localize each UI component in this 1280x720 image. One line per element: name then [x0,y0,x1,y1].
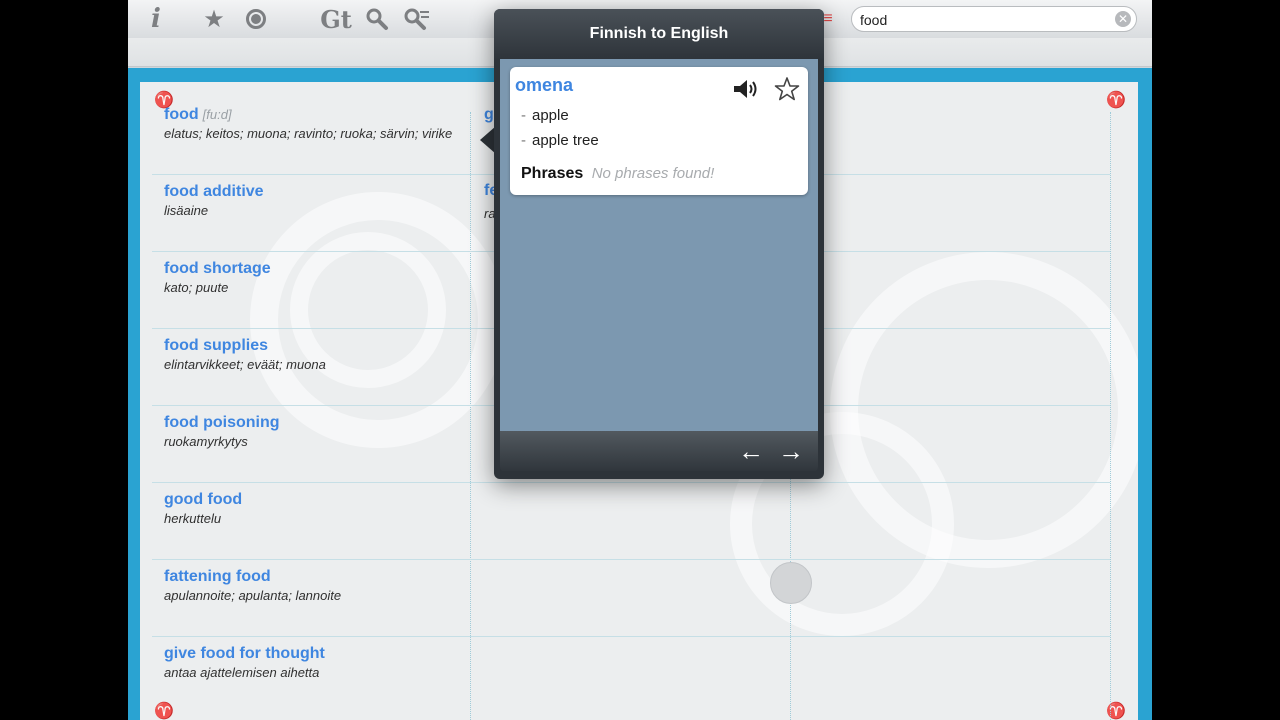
result-entry[interactable]: food poisoning ruokamyrkytys [164,413,464,451]
result-entry[interactable]: food [fu:d] elatus; keitos; muona; ravint… [164,105,464,143]
forward-arrow-icon[interactable]: → [776,437,806,465]
result-entry[interactable]: food additive lisäaine [164,182,464,220]
search-field[interactable]: ✕ [851,6,1137,32]
entry-term: food poisoning [164,414,280,431]
entry-translation: kato; puute [164,280,229,295]
favorite-star-icon[interactable] [774,76,800,102]
result-entry[interactable]: good food herkuttelu [164,490,464,528]
entry-translation: lisäaine [164,203,209,218]
record-icon[interactable] [242,4,270,34]
entry-term: give food for thought [164,645,325,662]
favorites-star-icon[interactable]: ★ [200,4,228,34]
scroll-thumb[interactable] [770,562,812,604]
speaker-icon[interactable] [732,77,760,101]
translation-popover: Finnish to English omena - apple - apple t… [494,9,824,479]
result-entry[interactable]: food shortage kato; puute [164,259,464,297]
column2-entry-term[interactable]: g [484,106,494,124]
entry-pronunciation: [fu:d] [202,107,232,122]
entry-translation: elatus; keitos; muona; ravinto; ruoka; s… [164,126,453,141]
phrases-empty-message: No phrases found! [591,165,715,182]
search-icon[interactable] [363,4,391,34]
entry-translation: ruokamyrkytys [164,434,248,449]
entry-term: food shortage [164,260,271,277]
entry-translation: antaa ajattelemisen aihetta [164,665,320,680]
corner-ornament-icon: ♈ [154,701,174,720]
entry-term: good food [164,491,243,508]
info-icon[interactable]: i [146,4,166,34]
popover-footer: ← → [500,431,818,471]
translation-item: - apple tree [521,132,599,149]
entry-translation: elintarvikkeet; eväät; muona [164,357,326,372]
clear-search-icon[interactable]: ✕ [1115,11,1131,27]
entry-term: fattening food [164,568,271,585]
back-arrow-icon[interactable]: ← [736,437,766,465]
google-translate-icon[interactable]: Gt [320,4,352,34]
popover-title: Finnish to English [494,9,824,59]
dictionary-app: i ★ Gt ≡ ✕ ♈ ♈ ♈ ♈ [128,0,1152,720]
entry-translation: apulannoite; apulanta; lannoite [164,588,342,603]
word-card: omena - apple - apple tree Phrases No phra… [510,67,808,195]
search-input[interactable] [858,8,1102,32]
phrases-section: Phrases No phrases found! [521,165,714,183]
translation-item: - apple [521,107,569,124]
phrases-label: Phrases [521,165,584,182]
result-entry[interactable]: fattening food apulannoite; apulanta; la… [164,567,464,605]
result-entry[interactable]: give food for thought antaa ajattelemise… [164,644,464,682]
corner-ornament-icon: ♈ [1106,90,1126,109]
entry-translation: herkuttelu [164,511,222,526]
result-entry[interactable]: food supplies elintarvikkeet; eväät; muo… [164,336,464,374]
entry-term: food additive [164,183,264,200]
headword: omena [515,75,574,95]
popover-body: omena - apple - apple tree Phrases No phra… [500,59,818,431]
entry-term: food supplies [164,337,268,354]
entry-term: food [164,106,199,123]
advanced-search-icon[interactable] [401,4,433,34]
